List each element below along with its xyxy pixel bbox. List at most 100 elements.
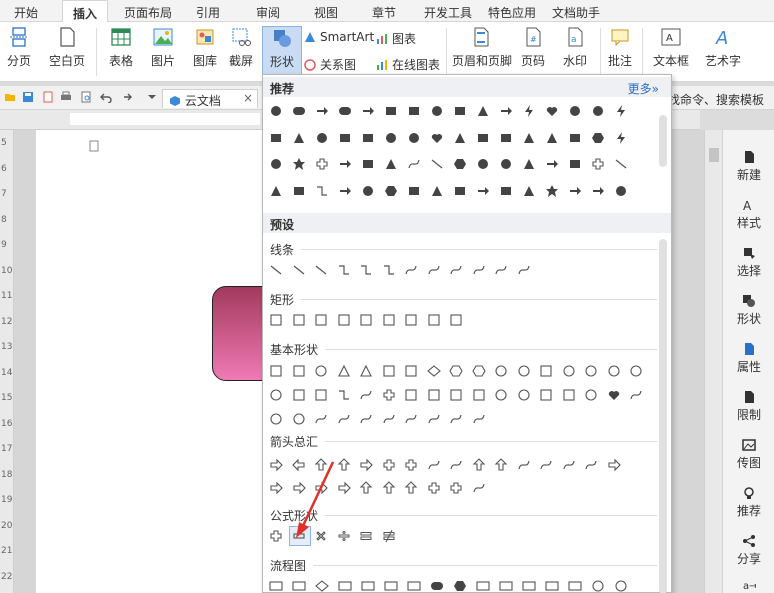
recommended-shape-8[interactable] xyxy=(453,104,467,118)
recommended-shape-30[interactable] xyxy=(591,131,605,145)
page-number-button[interactable]: # 页码 xyxy=(514,26,552,69)
equation-shape-equal[interactable] xyxy=(359,529,373,543)
blank-page-button[interactable]: 空白页 xyxy=(42,26,92,69)
recommended-shape-45[interactable] xyxy=(568,157,582,171)
comment-button[interactable]: 批注 xyxy=(604,26,636,69)
rectangle-shape-4[interactable] xyxy=(359,313,373,327)
recommended-shape-14[interactable] xyxy=(591,104,605,118)
basic-shape-43[interactable] xyxy=(472,412,486,426)
flowchart-shape-14[interactable] xyxy=(591,579,605,593)
chevron-down-icon[interactable] xyxy=(146,91,158,103)
recommended-shape-42[interactable] xyxy=(499,157,513,171)
tab-insert[interactable]: 插入 xyxy=(62,0,109,23)
recommended-shape-29[interactable] xyxy=(568,131,582,145)
paragraph-options-icon[interactable] xyxy=(88,140,100,152)
recommended-shape-7[interactable] xyxy=(430,104,444,118)
recommended-shape-35[interactable] xyxy=(338,157,352,171)
basic-shape-7[interactable] xyxy=(426,364,441,378)
recommended-shape-23[interactable] xyxy=(430,131,444,145)
panel-style[interactable]: A 样式 xyxy=(723,198,774,231)
arrow-shape-16[interactable] xyxy=(269,481,283,495)
rectangle-shape-7[interactable] xyxy=(427,313,441,327)
chart-button[interactable]: 图表 xyxy=(376,30,416,47)
basic-shape-1[interactable] xyxy=(292,364,306,378)
flowchart-shape-11[interactable] xyxy=(522,579,536,593)
panel-send-image[interactable]: 传图 xyxy=(723,438,774,471)
recommended-shape-44[interactable] xyxy=(545,157,559,171)
recommended-shape-56[interactable] xyxy=(453,184,467,198)
recommended-shape-60[interactable] xyxy=(545,184,559,198)
flowchart-shape-7[interactable] xyxy=(430,579,444,593)
arrow-shape-21[interactable] xyxy=(382,481,396,495)
basic-shape-35[interactable] xyxy=(292,412,306,426)
arrow-shape-25[interactable] xyxy=(472,481,486,495)
arrow-shape-15[interactable] xyxy=(607,458,621,472)
basic-shape-14[interactable] xyxy=(584,364,598,378)
flowchart-shape-6[interactable] xyxy=(407,579,421,593)
basic-shape-5[interactable] xyxy=(382,364,396,378)
arrow-shape-19[interactable] xyxy=(337,481,351,495)
recommended-shape-28[interactable] xyxy=(545,131,559,145)
recommended-shape-4[interactable] xyxy=(361,104,375,118)
recommended-shape-51[interactable] xyxy=(338,184,352,198)
flowchart-shape-10[interactable] xyxy=(499,579,513,593)
basic-shape-20[interactable] xyxy=(337,388,351,402)
recommended-shape-11[interactable] xyxy=(522,104,536,118)
arrow-shape-23[interactable] xyxy=(427,481,441,495)
line-shape-8[interactable] xyxy=(449,263,463,277)
line-shape-11[interactable] xyxy=(517,263,531,277)
basic-shape-29[interactable] xyxy=(539,388,553,402)
arrow-shape-4[interactable] xyxy=(359,458,373,472)
basic-shape-3[interactable] xyxy=(337,364,351,378)
table-button[interactable]: 表格 xyxy=(102,26,140,69)
recommended-shape-3[interactable] xyxy=(338,104,352,118)
basic-shape-33[interactable] xyxy=(629,388,643,402)
basic-shape-10[interactable] xyxy=(494,364,508,378)
equation-shape-multiply[interactable] xyxy=(314,529,328,543)
equation-shape-divide[interactable] xyxy=(337,529,351,543)
flowchart-shape-15[interactable] xyxy=(614,579,628,593)
recommended-shape-27[interactable] xyxy=(522,131,536,145)
arrow-shape-0[interactable] xyxy=(269,458,283,472)
recommended-shape-52[interactable] xyxy=(361,184,375,198)
recommended-shape-63[interactable] xyxy=(614,184,628,198)
recommended-shape-31[interactable] xyxy=(614,131,628,145)
flowchart-shape-0[interactable] xyxy=(269,579,283,593)
panel-recommend[interactable]: 推荐 xyxy=(723,486,774,519)
panel-share[interactable]: 分享 xyxy=(723,534,774,567)
basic-shape-15[interactable] xyxy=(607,364,621,378)
arrow-shape-7[interactable] xyxy=(427,458,441,472)
recommended-shape-10[interactable] xyxy=(499,104,513,118)
line-shape-4[interactable] xyxy=(359,263,373,277)
arrow-shape-20[interactable] xyxy=(359,481,373,495)
basic-shape-0[interactable] xyxy=(269,364,283,378)
online-chart-button[interactable]: 在线图表 xyxy=(376,56,440,73)
recommended-shape-33[interactable] xyxy=(292,157,306,171)
basic-shape-31[interactable] xyxy=(584,388,598,402)
line-shape-3[interactable] xyxy=(337,263,351,277)
line-shape-6[interactable] xyxy=(404,263,418,277)
open-folder-icon[interactable] xyxy=(4,91,16,103)
arrow-shape-5[interactable] xyxy=(382,458,396,472)
gallery-button[interactable]: 图库 xyxy=(186,26,224,69)
rectangle-shape-3[interactable] xyxy=(337,313,351,327)
panel-shape[interactable]: 形状 xyxy=(723,294,774,327)
tab-references[interactable]: 引用 xyxy=(196,4,220,21)
recommended-shape-39[interactable] xyxy=(430,157,444,171)
print-preview-icon[interactable] xyxy=(80,91,92,103)
more-shapes-link[interactable]: 更多» xyxy=(628,80,659,97)
picture-button[interactable]: 图片 xyxy=(144,26,182,69)
panel-properties[interactable]: 属性 xyxy=(723,342,774,375)
tab-page-layout[interactable]: 页面布局 xyxy=(124,4,172,21)
basic-shape-26[interactable] xyxy=(472,388,486,402)
line-shape-2[interactable] xyxy=(314,263,328,277)
recommended-shape-38[interactable] xyxy=(407,157,421,171)
recommended-shape-9[interactable] xyxy=(476,104,490,118)
recommended-shape-24[interactable] xyxy=(453,131,467,145)
basic-shape-38[interactable] xyxy=(359,412,373,426)
recommended-shape-43[interactable] xyxy=(522,157,536,171)
recommended-shape-59[interactable] xyxy=(522,184,536,198)
page-break-button[interactable]: 分页 xyxy=(4,26,34,69)
arrow-shape-14[interactable] xyxy=(584,458,598,472)
basic-shape-12[interactable] xyxy=(539,364,553,378)
